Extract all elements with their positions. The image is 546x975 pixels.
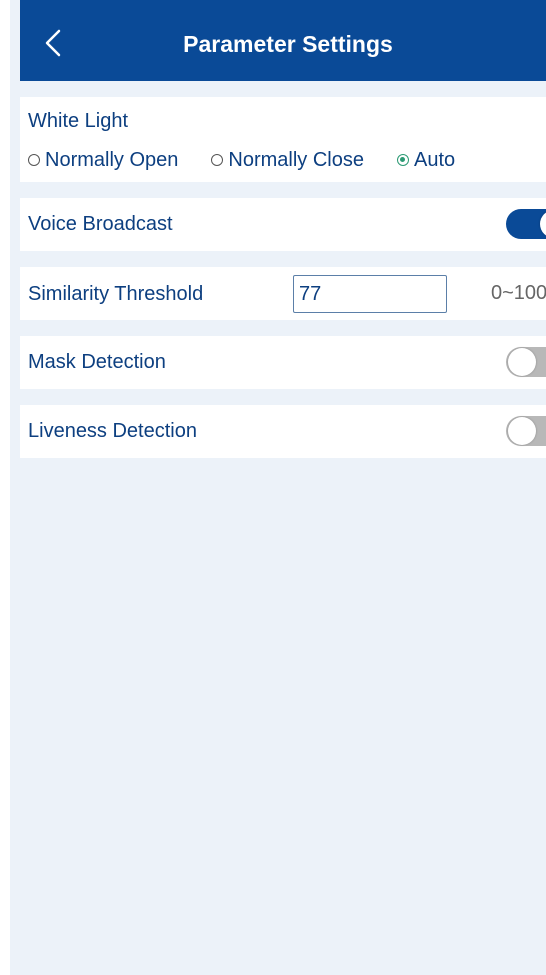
chevron-left-icon: [45, 29, 61, 57]
white-light-label: White Light: [28, 110, 129, 132]
radio-unchecked-icon: [211, 154, 224, 166]
header-bar: Parameter Settings: [20, 0, 546, 81]
page-title: Parameter Settings: [183, 31, 393, 57]
voice-broadcast-label: Voice Broadcast: [28, 213, 173, 235]
mask-detection-label: Mask Detection: [28, 351, 166, 373]
voice-broadcast-toggle[interactable]: [506, 209, 546, 239]
radio-label: Auto: [413, 148, 456, 171]
liveness-detection-row: Liveness Detection: [20, 405, 546, 458]
similarity-threshold-input[interactable]: [293, 275, 447, 313]
toggle-knob: [508, 417, 536, 445]
radio-auto[interactable]: Auto: [396, 148, 456, 172]
similarity-threshold-label: Similarity Threshold: [28, 283, 204, 305]
toggle-knob: [540, 210, 546, 238]
voice-broadcast-row: Voice Broadcast: [20, 198, 546, 251]
liveness-detection-label: Liveness Detection: [28, 420, 197, 442]
toggle-knob: [508, 348, 536, 376]
similarity-threshold-range: 0~100: [491, 282, 546, 304]
radio-normally-close[interactable]: Normally Close: [211, 149, 364, 172]
white-light-section: White Light Normally Open Normally Close…: [20, 97, 546, 182]
radio-label: Normally Open: [45, 148, 179, 171]
radio-unchecked-icon: [28, 154, 40, 166]
similarity-threshold-row: Similarity Threshold 0~100: [20, 267, 546, 320]
white-light-radio-group: Normally Open Normally Close Auto: [28, 147, 455, 173]
mask-detection-row: Mask Detection: [20, 336, 546, 389]
mask-detection-toggle[interactable]: [506, 347, 546, 377]
radio-checked-icon: [396, 154, 409, 166]
back-button[interactable]: [38, 26, 68, 60]
settings-screen: Parameter Settings White Light Normally …: [0, 0, 546, 975]
radio-normally-open[interactable]: Normally Open: [28, 149, 178, 172]
radio-label: Normally Close: [228, 148, 364, 171]
liveness-detection-toggle[interactable]: [506, 416, 546, 446]
